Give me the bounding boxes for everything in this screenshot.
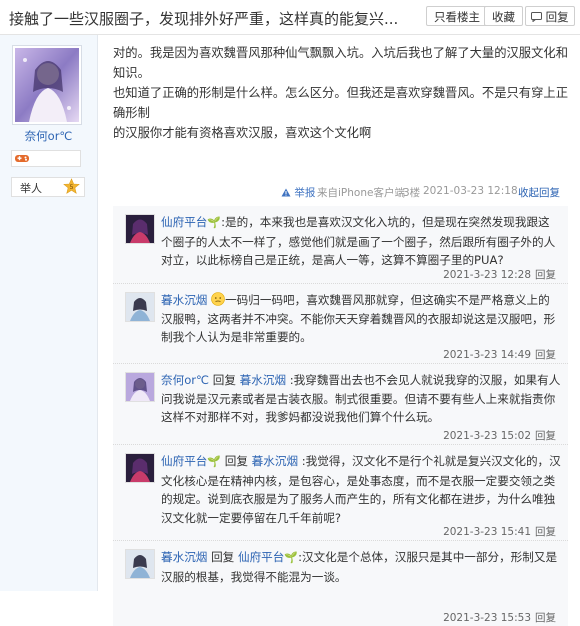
avatar-image (126, 373, 154, 401)
comment-avatar[interactable] (125, 214, 155, 244)
reply-bubble-icon (531, 12, 542, 23)
avatar-image (126, 215, 154, 243)
thread-header: 接触了一些汉服圈子，发现排外好严重，这样真的能复兴... 只看楼主 收藏 回复 (0, 0, 580, 35)
comment-user[interactable]: 仙府平台 (161, 454, 207, 468)
comment-time: 2021-3-23 15:41 (443, 526, 531, 538)
comment-list: 仙府平台🌱:是的，本来我也是喜欢汉文化入坑的，但是现在突然发现我跟这个圈子的人太… (113, 206, 568, 626)
comment-meta: 2021-3-23 15:02 回复 (443, 428, 556, 443)
level-star-icon: 5 (63, 178, 80, 194)
comment-item: 奈何or℃ 回复 暮水沉烟 :我穿魏晋出去也不会见人就说我穿的汉服，如果有人问我… (113, 364, 568, 445)
comment-time: 2021-3-23 14:49 (443, 349, 531, 361)
comment-body: 我觉得，汉文化不是行个礼就是复兴汉文化的，汉文化核心是在精神内核，是包容心，是处… (161, 454, 561, 525)
comment-item: 仙府平台🌱 回复 暮水沉烟 :我觉得，汉文化不是行个礼就是复兴汉文化的，汉文化核… (113, 445, 568, 541)
comment-text: 奈何or℃ 回复 暮水沉烟 :我穿魏晋出去也不会见人就说我穿的汉服，如果有人问我… (161, 373, 561, 424)
reply-button-label: 回复 (545, 10, 569, 24)
comment-user[interactable]: 暮水沉烟 (161, 293, 207, 307)
report-label: 举报 (294, 187, 316, 199)
post-line-2: 也知道了正确的形制是什么样。怎么区分。但我还是喜欢穿魏晋风。不是只有穿上正确形制 (113, 86, 568, 120)
comment-body: 是的，本来我也是喜欢汉文化入坑的，但是现在突然发现我跟这个圈子的人太不一样了，感… (161, 215, 556, 267)
comment-item: 仙府平台🌱:是的，本来我也是喜欢汉文化入坑的，但是现在突然发现我跟这个圈子的人太… (113, 206, 568, 284)
comment-time: 2021-3-23 12:28 (443, 269, 531, 281)
author-sidebar: 奈何or℃ 举人 5 (0, 35, 98, 591)
author-name[interactable]: 奈何or℃ (0, 128, 97, 144)
post-line-1: 对的。我是因为喜欢魏晋风那种仙气飘飘入坑。入坑后我也了解了大量的汉服文化和知识。 (113, 46, 568, 80)
reply-prefix: 回复 (211, 550, 235, 564)
only-op-button[interactable]: 只看楼主 (426, 6, 488, 26)
comment-meta: 2021-3-23 15:41 回复 (443, 524, 556, 539)
level-number: 5 (69, 183, 73, 191)
comment-avatar[interactable] (125, 372, 155, 402)
comment-meta: 2021-3-23 15:53 回复 (443, 610, 556, 625)
comment-reply-link[interactable]: 回复 (535, 612, 556, 624)
avatar-image (126, 293, 154, 321)
reply-target-user[interactable]: 暮水沉烟 (252, 454, 298, 468)
thread-title: 接触了一些汉服圈子，发现排外好严重，这样真的能复兴... (9, 10, 399, 28)
avatar-image (126, 550, 154, 578)
awkward-face-emoji-icon (211, 292, 225, 306)
comment-user[interactable]: 奈何or℃ (161, 373, 209, 387)
comment-avatar[interactable] (125, 549, 155, 579)
comment-text: 暮水沉烟 一码归一码吧，喜欢魏晋风那就穿，但这确实不是严格意义上的汉服鸭，这两者… (161, 291, 561, 347)
comment-item: 暮水沉烟 一码归一码吧，喜欢魏晋风那就穿，但这确实不是严格意义上的汉服鸭，这两者… (113, 284, 568, 364)
author-avatar[interactable] (12, 45, 82, 125)
comment-reply-link[interactable]: 回复 (535, 349, 556, 361)
comment-meta: 2021-3-23 12:28 回复 (443, 267, 556, 282)
vip-plant-icon: 🌱 (284, 551, 299, 564)
post-time: 2021-03-23 12:18 (423, 185, 518, 197)
post-floor: 3楼 (403, 187, 421, 199)
avatar-image (126, 454, 154, 482)
gamepad-badge-icon[interactable] (14, 152, 30, 164)
post-content: 对的。我是因为喜欢魏晋风那种仙气飘飘入坑。入坑后我也了解了大量的汉服文化和知识。… (98, 35, 580, 626)
reply-prefix: 回复 (224, 454, 248, 468)
post-client: 来自iPhone客户端 (317, 187, 405, 199)
comment-avatar[interactable] (125, 292, 155, 322)
author-level[interactable]: 举人 5 (11, 177, 85, 197)
comment-text: 暮水沉烟 回复 仙府平台🌱:汉文化是个总体，汉服只是其中一部分，形制又是汉服的根… (161, 550, 558, 584)
comment-meta: 2021-3-23 14:49 回复 (443, 347, 556, 362)
comment-reply-link[interactable]: 回复 (535, 430, 556, 442)
reply-target-user[interactable]: 仙府平台 (238, 550, 284, 564)
comment-user[interactable]: 暮水沉烟 (161, 550, 207, 564)
post-body: 对的。我是因为喜欢魏晋风那种仙气飘飘入坑。入坑后我也了解了大量的汉服文化和知识。… (113, 43, 573, 143)
comment-time: 2021-3-23 15:53 (443, 612, 531, 624)
comment-avatar[interactable] (125, 453, 155, 483)
comment-text: 仙府平台🌱 回复 暮水沉烟 :我觉得，汉文化不是行个礼就是复兴汉文化的，汉文化核… (161, 454, 561, 525)
post-line-3: 的汉服你才能有资格喜欢汉服，喜欢这个文化啊 (113, 126, 372, 140)
comment-item: 暮水沉烟 回复 仙府平台🌱:汉文化是个总体，汉服只是其中一部分，形制又是汉服的根… (113, 541, 568, 626)
reply-prefix: 回复 (212, 373, 236, 387)
vip-plant-icon: 🌱 (207, 455, 222, 468)
report-link[interactable]: 举报 (281, 185, 315, 200)
author-badges (11, 150, 81, 167)
comment-time: 2021-3-23 15:02 (443, 430, 531, 442)
vip-plant-icon: 🌱 (207, 216, 222, 229)
level-name: 举人 (20, 182, 42, 195)
reply-button[interactable]: 回复 (525, 6, 575, 26)
warning-icon (281, 188, 291, 197)
favorite-button[interactable]: 收藏 (484, 6, 523, 26)
comment-user[interactable]: 仙府平台 (161, 215, 207, 229)
comment-reply-link[interactable]: 回复 (535, 526, 556, 538)
reply-target-user[interactable]: 暮水沉烟 (240, 373, 286, 387)
comment-reply-link[interactable]: 回复 (535, 269, 556, 281)
avatar-image (15, 48, 79, 122)
comment-text: 仙府平台🌱:是的，本来我也是喜欢汉文化入坑的，但是现在突然发现我跟这个圈子的人太… (161, 215, 556, 267)
collapse-reply-link[interactable]: 收起回复 (518, 185, 560, 200)
